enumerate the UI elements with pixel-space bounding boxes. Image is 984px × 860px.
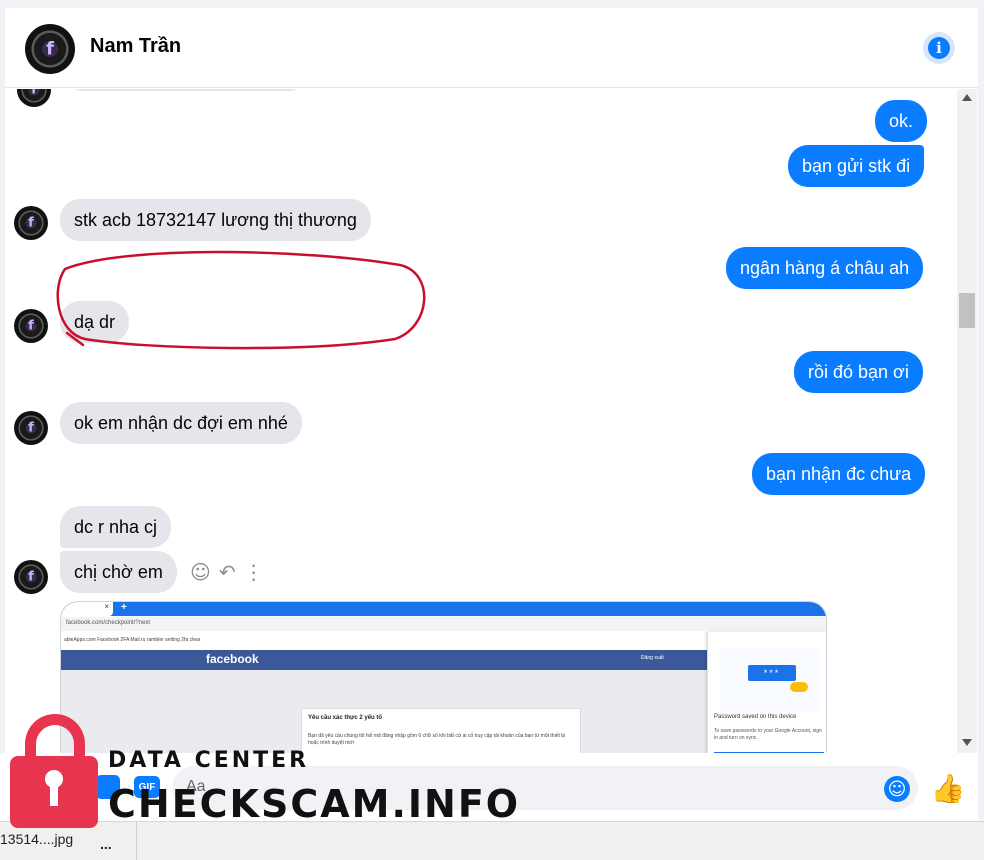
message-bubble-incoming[interactable]: stk acb 18732147 lương thị thương (60, 199, 371, 241)
sender-avatar (14, 411, 48, 445)
message-bubble-outgoing[interactable]: bạn nhận đc chưa (752, 453, 926, 495)
sticker-button[interactable] (96, 775, 120, 799)
sender-avatar (14, 560, 48, 594)
attachment-2fa-card: Yêu cầu xác thực 2 yếu tố Bạn đã yêu cầu… (301, 708, 581, 753)
message-bubble-outgoing[interactable]: ngân hàng á châu ah (726, 247, 924, 289)
scroll-thumb[interactable] (959, 293, 975, 328)
message-bubble-outgoing[interactable]: bạn gửi stk đi (788, 145, 925, 187)
sender-avatar (14, 309, 48, 343)
info-icon: i (928, 37, 950, 59)
password-dots: *** (748, 665, 796, 681)
conversation-header: Nam Trần i (5, 8, 978, 88)
attachment-password-popup: *** Password saved on this device To sav… (707, 632, 826, 753)
message-bubble-incoming[interactable]: ok em nhận dc đợi em nhé (60, 402, 302, 444)
message-bubble-incoming[interactable]: chị chờ em (60, 551, 177, 593)
attachment-card-text: Bạn đã yêu cầu chúng tôi hỏi mã đăng nhậ… (308, 733, 566, 746)
facebook-logo: facebook (206, 652, 259, 666)
scroll-down-arrow-icon[interactable] (962, 739, 972, 746)
password-popup-title: Password saved on this device (714, 714, 797, 720)
sender-avatar (14, 206, 48, 240)
message-bubble-incoming[interactable]: dc r nha cj (60, 506, 172, 548)
gif-button[interactable]: GIF (134, 776, 160, 798)
smile-icon[interactable]: ☺ (190, 561, 211, 583)
message-thread: ok. bạn gửi stk đi stk acb 18732147 lươn… (5, 89, 955, 753)
download-item[interactable]: 13514....jpg ... (0, 822, 137, 860)
download-more-icon[interactable]: ... (100, 836, 112, 852)
attachment-logout: Đăng xuất (641, 655, 664, 661)
attachment-page-body: Yêu cầu xác thực 2 yếu tố Bạn đã yêu cầu… (61, 670, 707, 753)
scroll-up-arrow-icon[interactable] (962, 94, 972, 101)
attachment-card-title: Yêu cầu xác thực 2 yếu tố (308, 715, 383, 721)
message-actions: ☺ ↶ ⋮ (190, 561, 264, 583)
image-attachment[interactable]: × + facebook.com/checkpoint/?next ableAp… (60, 601, 827, 753)
new-tab-icon: + (121, 602, 127, 613)
attachment-facebook-bar: facebook Đăng xuất (61, 650, 707, 670)
message-bubble-incoming[interactable]: dạ dr (60, 301, 130, 343)
thumbs-up-icon[interactable]: 👍 (931, 772, 966, 805)
contact-avatar[interactable] (25, 24, 75, 74)
attachment-browser-tab: × (61, 602, 113, 616)
window-frame-right (978, 0, 984, 860)
more-icon[interactable]: ⋮ (244, 561, 264, 583)
password-popup-text: To save passwords to your Google Account… (714, 728, 822, 741)
sender-avatar (17, 89, 51, 107)
contact-name[interactable]: Nam Trần (90, 35, 181, 58)
download-bar: 13514....jpg ... (0, 821, 984, 860)
key-icon (790, 682, 808, 692)
messenger-window: Nam Trần i ok. bạn gửi stk đi stk acb 18… (0, 0, 984, 860)
download-file-name: 13514....jpg (0, 831, 74, 847)
message-bubble-outgoing[interactable]: rồi đó bạn ơi (794, 351, 923, 393)
message-bubble-outgoing[interactable]: ok. (875, 100, 928, 142)
message-input[interactable]: Aa (172, 766, 918, 810)
tab-close-icon: × (104, 602, 109, 611)
attachment-bookmarks: ableApps.com Facebook 2FA Mail.ru ramble… (61, 632, 707, 648)
emoji-icon[interactable]: ☺ (884, 776, 910, 802)
window-frame-top (0, 0, 984, 8)
attachment-url-bar: facebook.com/checkpoint/?next (61, 617, 826, 631)
thread-scrollbar[interactable] (957, 89, 977, 753)
attachment-browser-tabbar: × + (61, 602, 826, 616)
message-input-placeholder: Aa (186, 778, 206, 795)
reply-icon[interactable]: ↶ (219, 561, 236, 583)
message-bubble-partial (63, 89, 309, 91)
message-composer: GIF Aa ☺ 👍 (0, 753, 978, 821)
conversation-info-button[interactable]: i (923, 32, 955, 64)
